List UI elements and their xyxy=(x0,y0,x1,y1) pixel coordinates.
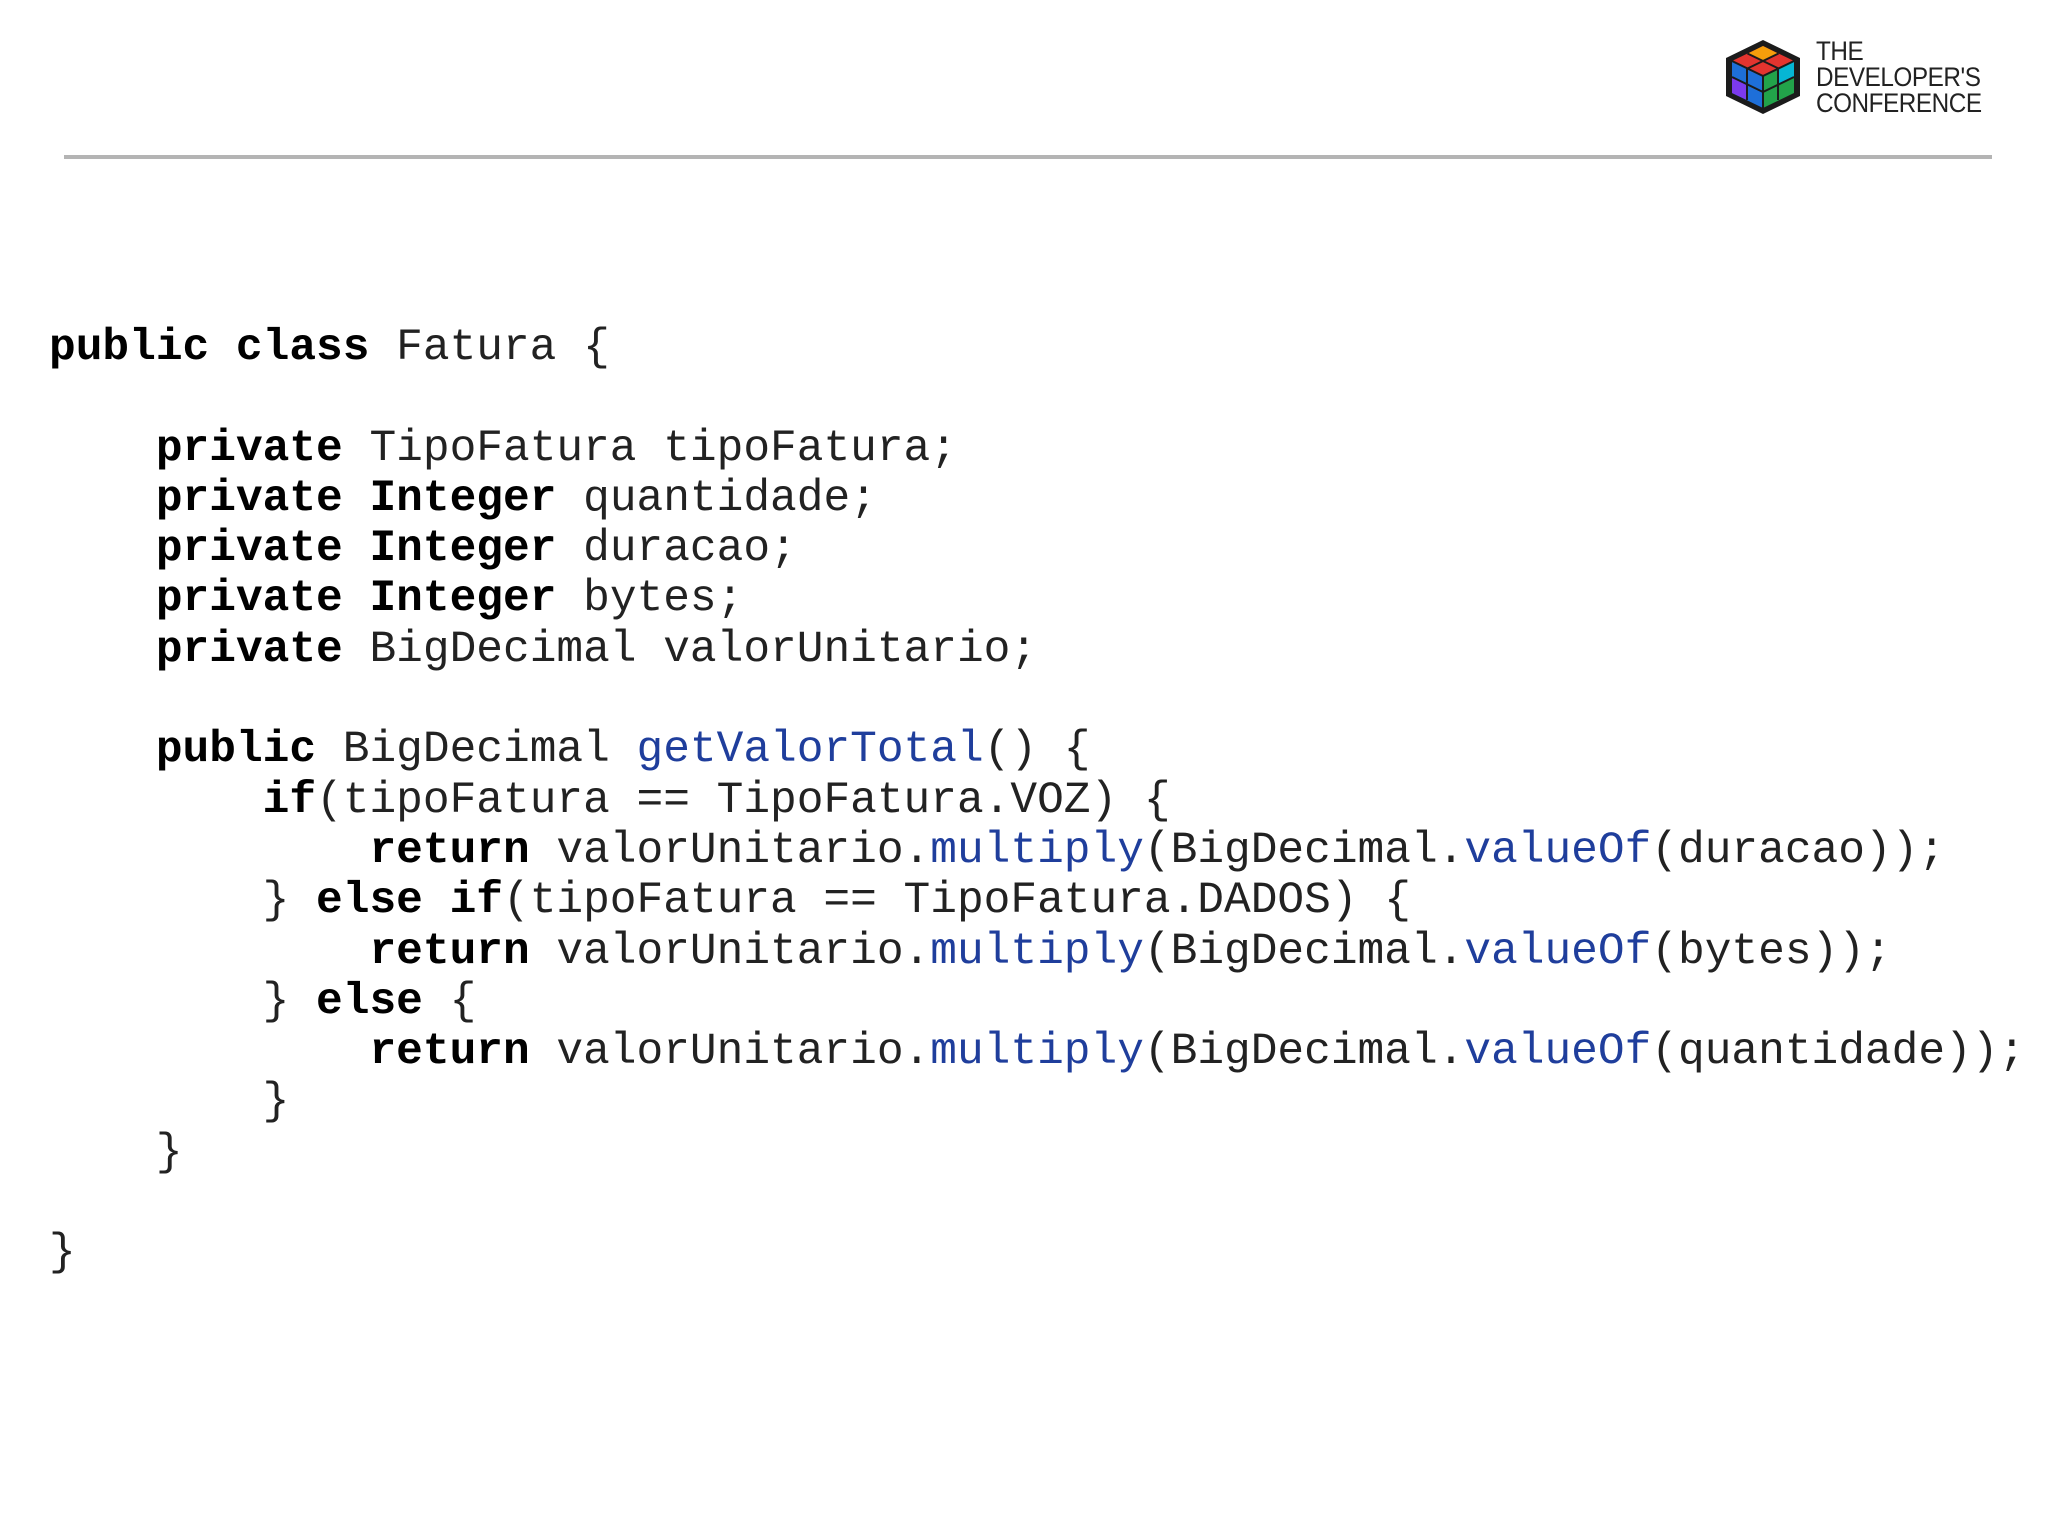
code-text: } xyxy=(49,976,317,1027)
code-text: (BigDecimal. xyxy=(1143,825,1465,876)
cube-logo-icon xyxy=(1726,40,1800,114)
code-method: multiply xyxy=(930,1027,1144,1078)
code-line: private TipoFatura tipoFatura; xyxy=(49,424,2025,474)
code-line: } xyxy=(49,1128,2025,1178)
code-text: quantidade; xyxy=(556,473,877,524)
code-text: duracao; xyxy=(556,524,797,575)
code-text: Fatura { xyxy=(369,323,610,373)
code-keyword: private xyxy=(155,423,343,474)
logo-text: THE DEVELOPER'S CONFERENCE xyxy=(1816,36,1982,118)
code-text: } xyxy=(49,1077,290,1128)
code-text: } xyxy=(49,1127,183,1178)
code-text: (bytes)); xyxy=(1651,926,1892,977)
code-text: TipoFatura tipoFatura; xyxy=(342,423,957,474)
code-keyword: if xyxy=(262,775,317,826)
code-line: private Integer quantidade; xyxy=(49,474,2025,524)
logo-line-1: THE xyxy=(1816,36,1864,66)
code-line: return valorUnitario.multiply(BigDecimal… xyxy=(49,927,2025,977)
header-divider xyxy=(64,155,1992,159)
code-text: BigDecimal valorUnitario; xyxy=(342,624,1038,675)
code-text: BigDecimal xyxy=(316,725,637,776)
code-line: private BigDecimal valorUnitario; xyxy=(49,625,2025,675)
code-text: bytes; xyxy=(556,574,744,625)
code-text: } xyxy=(49,1228,76,1279)
code-method: valueOf xyxy=(1464,825,1652,876)
code-line: return valorUnitario.multiply(BigDecimal… xyxy=(49,1027,2025,1077)
code-method: valueOf xyxy=(1464,1027,1652,1078)
code-keyword: public class xyxy=(49,323,370,373)
code-method: getValorTotal xyxy=(636,725,984,776)
code-text: (quantidade)); xyxy=(1651,1027,2026,1078)
code-keyword: public xyxy=(155,725,317,776)
code-text: valorUnitario. xyxy=(529,1027,931,1078)
code-text: valorUnitario. xyxy=(529,825,931,876)
code-line: private Integer bytes; xyxy=(49,574,2025,624)
code-text: (BigDecimal. xyxy=(1143,1027,1465,1078)
code-block: public class Fatura { private TipoFatura… xyxy=(49,323,2025,1279)
code-keyword: else if xyxy=(316,876,503,927)
code-keyword: private Integer xyxy=(155,473,557,524)
logo-line-3: CONFERENCE xyxy=(1816,88,1982,118)
code-line: public class Fatura { xyxy=(49,323,2025,373)
code-keyword: private xyxy=(155,624,343,675)
code-text: (BigDecimal. xyxy=(1143,926,1465,977)
code-text: valorUnitario. xyxy=(529,926,931,977)
code-text: { xyxy=(422,976,477,1027)
code-text: } xyxy=(49,876,317,927)
code-line: } xyxy=(49,1077,2025,1127)
code-keyword: else xyxy=(316,976,423,1027)
logo-line-2: DEVELOPER'S xyxy=(1816,62,1981,92)
code-line: if(tipoFatura == TipoFatura.VOZ) { xyxy=(49,776,2025,826)
conference-logo: THE DEVELOPER'S CONFERENCE xyxy=(1722,36,2000,118)
code-text: (duracao)); xyxy=(1651,825,1946,876)
code-line: return valorUnitario.multiply(BigDecimal… xyxy=(49,826,2025,876)
code-keyword: return xyxy=(369,926,530,977)
code-method: multiply xyxy=(930,825,1144,876)
code-method: multiply xyxy=(930,926,1144,977)
code-method: valueOf xyxy=(1464,926,1652,977)
code-line: } else if(tipoFatura == TipoFatura.DADOS… xyxy=(49,876,2025,926)
code-keyword: private Integer xyxy=(155,574,557,625)
code-line: private Integer duracao; xyxy=(49,524,2025,574)
code-line: } else { xyxy=(49,977,2025,1027)
code-keyword: private Integer xyxy=(155,524,557,575)
code-text: (tipoFatura == TipoFatura.DADOS) { xyxy=(502,876,1411,927)
code-line: } xyxy=(49,1228,2025,1278)
code-line: public BigDecimal getValorTotal() { xyxy=(49,725,2025,775)
code-text: () { xyxy=(983,725,1091,776)
code-keyword: return xyxy=(369,825,530,876)
code-text: (tipoFatura == TipoFatura.VOZ) { xyxy=(316,775,1171,826)
code-keyword: return xyxy=(369,1027,530,1078)
